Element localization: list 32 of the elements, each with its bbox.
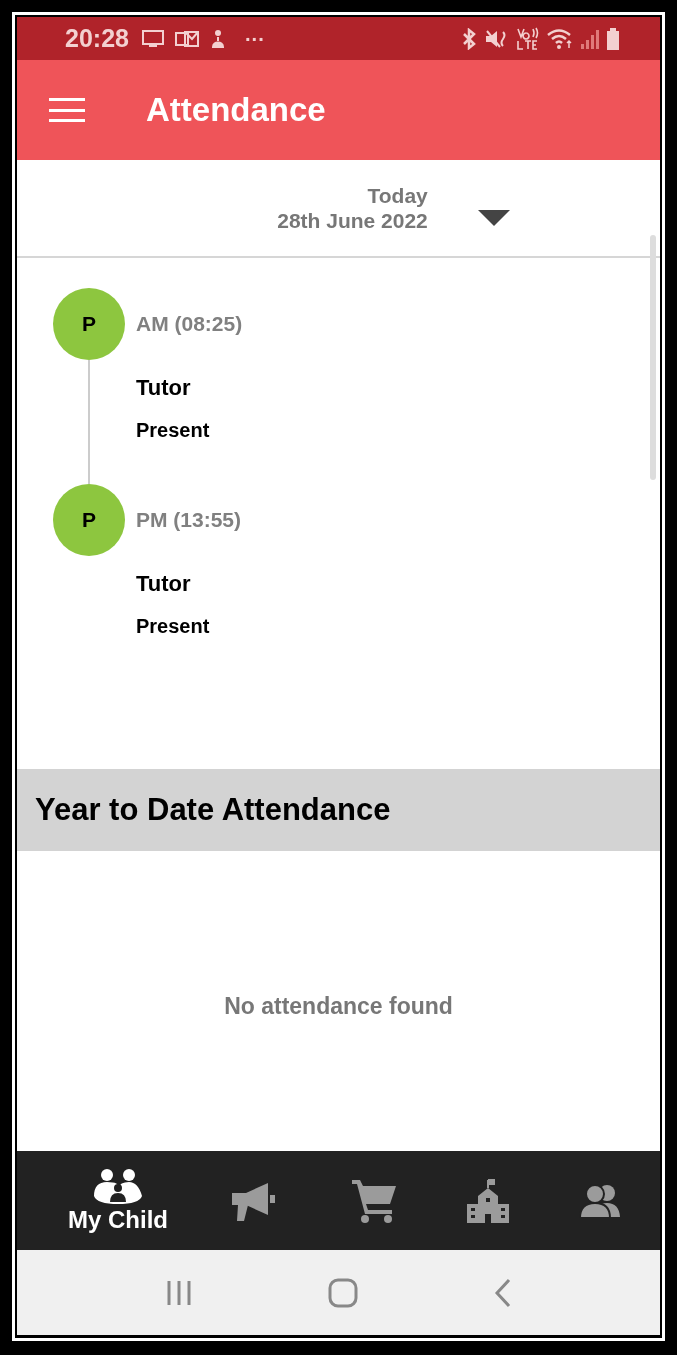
- menu-icon[interactable]: [49, 96, 85, 124]
- session-time: PM (13:55): [136, 508, 242, 532]
- status-time: 20:28: [65, 22, 129, 54]
- dropdown-caret-icon: [477, 210, 510, 226]
- register-name: Tutor: [136, 376, 192, 400]
- section-heading: Year to Date Attendance: [35, 790, 391, 829]
- register-name: Tutor: [136, 572, 192, 596]
- more-notifications: ···: [244, 26, 265, 52]
- home-icon[interactable]: [327, 1277, 358, 1308]
- signal-icon: [580, 27, 600, 50]
- date-selector[interactable]: Today 28th June 2022: [17, 160, 660, 258]
- date-label: Today: [367, 183, 428, 208]
- monitor-icon: [140, 28, 165, 49]
- bluetooth-icon: [460, 27, 478, 50]
- empty-message: No attendance found: [224, 991, 453, 1021]
- attendance-status: Present: [136, 418, 211, 442]
- school-building-icon: [466, 1177, 510, 1224]
- shopping-cart-icon: [351, 1177, 397, 1224]
- people-icon: [578, 1182, 621, 1219]
- status-mark: P: [53, 484, 125, 556]
- battery-icon: [606, 26, 620, 51]
- attendance-status: Present: [136, 614, 211, 638]
- date-value: 28th June 2022: [277, 208, 428, 233]
- wifi-icon: [546, 27, 574, 50]
- family-icon: [93, 1167, 143, 1204]
- session-time: AM (08:25): [136, 312, 243, 336]
- app-bar-title: Attendance: [146, 90, 326, 131]
- nav-tab[interactable]: My Child: [17, 1151, 199, 1250]
- mail-icon: [174, 28, 199, 49]
- back-icon[interactable]: [492, 1277, 513, 1308]
- status-mark: P: [53, 288, 125, 360]
- volte-icon: [516, 26, 540, 51]
